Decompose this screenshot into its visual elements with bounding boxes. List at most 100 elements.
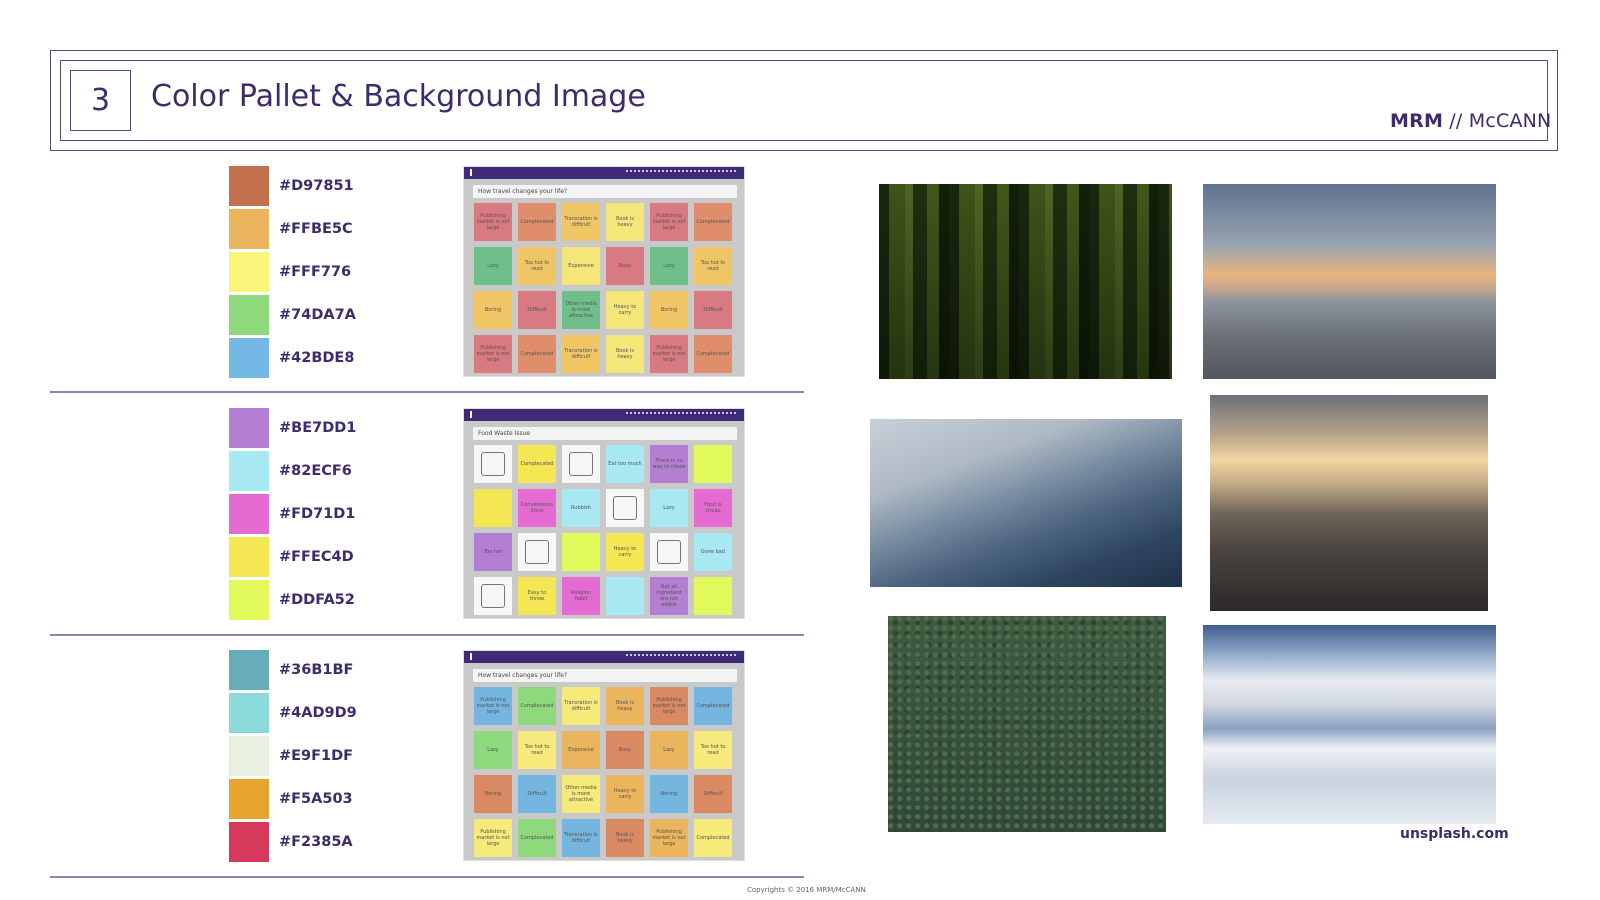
color-hex-label: #F5A503 [279, 791, 353, 807]
sticky-note [518, 533, 556, 571]
color-swatch [229, 537, 269, 577]
color-hex-label: #36B1BF [279, 662, 354, 678]
sticky-note: Complecated [694, 203, 732, 241]
sticky-note: Too hot to read [694, 247, 732, 285]
color-swatch [229, 408, 269, 448]
color-hex-label: #42BDE8 [279, 350, 355, 366]
app-mockup-1: How travel changes your life? Publishing… [463, 166, 745, 377]
sticky-note: Book is heavy [606, 819, 644, 857]
photo-credit-link[interactable]: unsplash.com [1400, 826, 1509, 842]
mock-top-bar [464, 409, 744, 421]
color-swatch [229, 252, 269, 292]
section-divider [50, 876, 804, 878]
sticky-note [474, 445, 512, 483]
mock-top-bar [464, 651, 744, 663]
sticky-note: Other media is more attractive [562, 775, 600, 813]
section-divider [50, 634, 804, 636]
sticky-note: Complecated [518, 687, 556, 725]
sticky-note: Too hot to read [694, 731, 732, 769]
color-hex-label: #4AD9D9 [279, 705, 357, 721]
bamboo-photo [879, 184, 1172, 379]
color-hex-label: #FFBE5C [279, 221, 353, 237]
sky-reflection-photo [1203, 625, 1496, 824]
sticky-note: Book is heavy [606, 687, 644, 725]
sticky-note: Difficult [694, 775, 732, 813]
sticky-note: There is no way to chose [650, 445, 688, 483]
sticky-note: Religion Habit [562, 577, 600, 615]
sticky-note: Busy [606, 247, 644, 285]
sticky-note: Difficult [694, 291, 732, 329]
color-swatch [229, 650, 269, 690]
logo-light: McCANN [1468, 110, 1552, 132]
section-number: 3 [70, 70, 131, 131]
sticky-note: Complecated [694, 687, 732, 725]
sticky-note: Complecated [694, 335, 732, 373]
color-swatch [229, 580, 269, 620]
sticky-note: Boring [474, 291, 512, 329]
sticky-note: Rubbish [562, 489, 600, 527]
sticky-note: Transration is difficult [562, 687, 600, 725]
sticky-note [562, 445, 600, 483]
sticky-note: Complecated [518, 445, 556, 483]
sticky-note: Other media is more attractive [562, 291, 600, 329]
sticky-note: Publishing market is not large [650, 335, 688, 373]
sunset-sea-photo [1203, 184, 1496, 379]
color-hex-label: #D97851 [279, 178, 354, 194]
sticky-note: Complecated [694, 819, 732, 857]
color-swatch [229, 822, 269, 862]
color-hex-label: #FFF776 [279, 264, 352, 280]
color-swatch [229, 736, 269, 776]
logo-separator: // [1443, 110, 1469, 132]
mock-question-bar: How travel changes your life? [473, 185, 737, 198]
sticky-note: Publishing market is not large [650, 819, 688, 857]
sticky-note [474, 489, 512, 527]
sticky-note: Boring [650, 291, 688, 329]
sticky-note: Publishing market is not large [474, 335, 512, 373]
section-divider [50, 391, 804, 393]
color-hex-label: #BE7DD1 [279, 420, 357, 436]
sticky-note: Book is heavy [606, 335, 644, 373]
sticky-note: Lazy [474, 731, 512, 769]
color-hex-label: #F2385A [279, 834, 353, 850]
pine-forest-photo [888, 616, 1166, 832]
sticky-note: Too hot to read [518, 247, 556, 285]
sticky-note [474, 577, 512, 615]
color-swatch [229, 779, 269, 819]
sticky-note: Lazy [474, 247, 512, 285]
sticky-note: Too hot to read [518, 731, 556, 769]
sticky-note: Publishing market is not large [474, 687, 512, 725]
sticky-note: Not all ingredient are not edible [650, 577, 688, 615]
sticky-note: Boring [650, 775, 688, 813]
sticky-note [606, 577, 644, 615]
color-swatch [229, 295, 269, 335]
sticky-note: Lazy [650, 731, 688, 769]
color-hex-label: #E9F1DF [279, 748, 354, 764]
sticky-note: Boring [474, 775, 512, 813]
sticky-note: Publishing market is not large [650, 203, 688, 241]
mock-question-bar: Food Waste Issue [473, 427, 737, 440]
color-hex-label: #82ECF6 [279, 463, 352, 479]
sticky-note: Too hot [474, 533, 512, 571]
mock-note-grid: Publishing market is not large Complecate… [474, 687, 736, 857]
mountain-haze-photo [870, 419, 1182, 587]
mock-note-grid: Complecated Eat too much There is no way t… [474, 445, 736, 615]
sticky-note: Transration is difficult [562, 335, 600, 373]
sticky-note [562, 533, 600, 571]
mock-top-bar [464, 167, 744, 179]
sticky-note: Complecated [518, 819, 556, 857]
color-swatch [229, 338, 269, 378]
sticky-note: Complecated [518, 335, 556, 373]
sticky-note: Transration is difficult [562, 819, 600, 857]
app-mockup-3: How travel changes your life? Publishing… [463, 650, 745, 861]
color-swatch [229, 166, 269, 206]
sticky-note: Expensive [562, 731, 600, 769]
sticky-note: Easy to throw [518, 577, 556, 615]
color-swatch [229, 494, 269, 534]
sticky-note: Publishing market is not large [474, 203, 512, 241]
brand-logo: MRM // McCANN [1390, 110, 1551, 132]
color-hex-label: #74DA7A [279, 307, 356, 323]
color-hex-label: #FFEC4D [279, 549, 354, 565]
page-title: Color Pallet & Background Image [151, 79, 646, 114]
color-hex-label: #DDFA52 [279, 592, 355, 608]
sticky-note: Heavy to carry [606, 533, 644, 571]
